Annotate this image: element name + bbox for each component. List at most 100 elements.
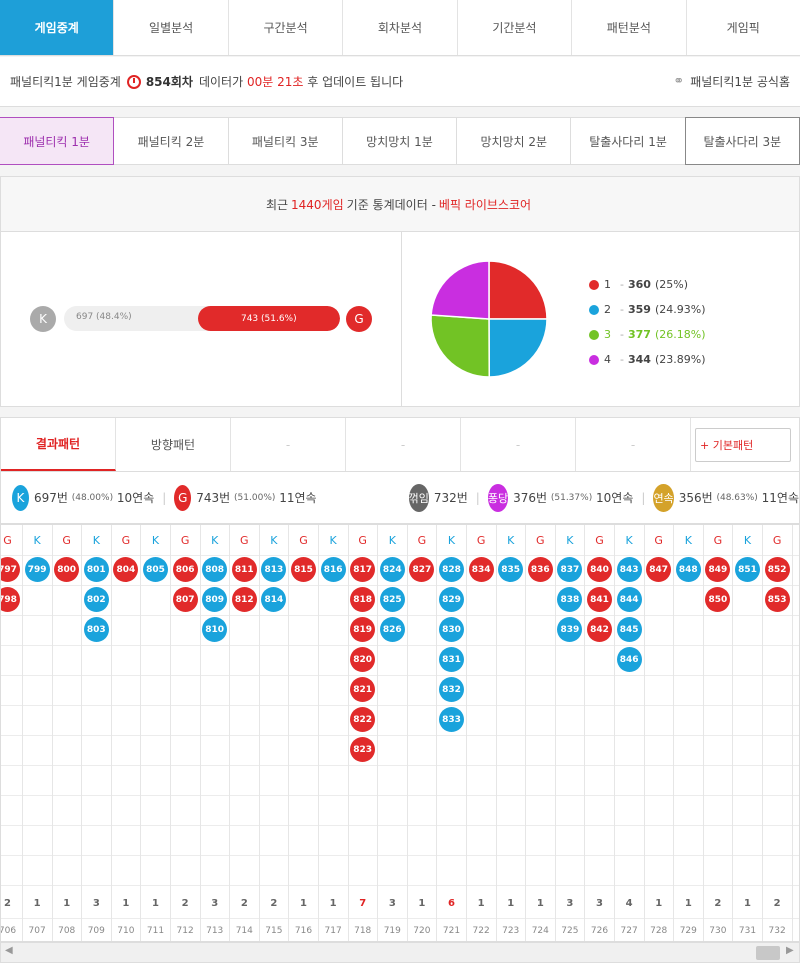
- result-ball[interactable]: 846: [616, 647, 642, 672]
- result-ball[interactable]: 839: [557, 617, 583, 642]
- result-ball[interactable]: 797: [1, 557, 20, 582]
- nav-tab-2[interactable]: 구간분석: [229, 0, 344, 55]
- result-ball[interactable]: 852: [764, 557, 790, 582]
- scroll-right-arrow-icon[interactable]: ▶: [786, 945, 794, 956]
- scroll-thumb[interactable]: [756, 946, 780, 960]
- result-ball[interactable]: 815: [291, 557, 316, 582]
- result-ball[interactable]: 804: [113, 557, 139, 582]
- result-ball[interactable]: 808: [202, 557, 228, 582]
- streak-count: 3: [388, 897, 396, 909]
- nav-tab-5[interactable]: 패턴분석: [572, 0, 687, 55]
- nav-tab-0[interactable]: 게임중계: [0, 0, 115, 55]
- result-ball[interactable]: 835: [498, 557, 524, 582]
- info-bar: 패널티킥1분 게임중계 854회차 데이터가 00분 21초 후 업데이트 됩니…: [0, 57, 800, 107]
- pattern-tab-3[interactable]: -: [346, 418, 461, 471]
- result-ball[interactable]: 832: [439, 677, 464, 702]
- result-ball[interactable]: 807: [172, 587, 198, 612]
- result-ball[interactable]: 831: [439, 647, 464, 672]
- result-ball[interactable]: 849: [705, 557, 731, 582]
- nav-tab-3[interactable]: 회차분석: [343, 0, 458, 55]
- result-ball[interactable]: 799: [24, 557, 50, 582]
- result-ball[interactable]: 822: [350, 707, 376, 732]
- result-ball[interactable]: 842: [587, 617, 612, 642]
- result-ball[interactable]: 818: [350, 587, 376, 612]
- result-ball[interactable]: 823: [350, 737, 376, 762]
- result-ball[interactable]: 830: [439, 617, 464, 642]
- result-ball[interactable]: 845: [616, 617, 642, 642]
- nav-tab-6[interactable]: 게임픽: [687, 0, 800, 55]
- game-tab-5[interactable]: 탈출사다리 1분: [570, 117, 686, 165]
- result-ball[interactable]: 853: [764, 587, 790, 612]
- nav-tab-4[interactable]: 기간분석: [458, 0, 573, 55]
- scroll-left-arrow-icon[interactable]: ◀: [5, 945, 13, 956]
- result-ball[interactable]: 813: [261, 557, 287, 582]
- result-ball[interactable]: 812: [231, 587, 257, 612]
- result-ball[interactable]: 834: [468, 557, 494, 582]
- result-ball[interactable]: 833: [439, 707, 464, 732]
- column-head-K: K: [211, 533, 219, 547]
- result-pattern-grid[interactable]: G 797 798 2 706 K 799 1 707 G 800 1 708 K 801 802 803 3 70…: [0, 524, 800, 942]
- result-ball[interactable]: 836: [527, 557, 553, 582]
- result-ball[interactable]: 801: [83, 557, 109, 582]
- result-ball[interactable]: 848: [675, 557, 701, 582]
- result-ball[interactable]: 828: [439, 557, 464, 582]
- column-head-K: K: [329, 533, 337, 547]
- game-tab-4[interactable]: 망치망치 2분: [456, 117, 572, 165]
- result-ball[interactable]: 811: [231, 557, 257, 582]
- result-ball[interactable]: 806: [172, 557, 198, 582]
- result-ball[interactable]: 825: [379, 587, 405, 612]
- result-ball[interactable]: 816: [320, 557, 346, 582]
- result-ball[interactable]: 850: [705, 587, 731, 612]
- pattern-tab-1[interactable]: 방향패턴: [116, 418, 231, 471]
- column-head-G: G: [476, 533, 486, 547]
- result-ball[interactable]: 805: [143, 557, 168, 582]
- result-ball[interactable]: 820: [350, 647, 376, 672]
- result-ball[interactable]: 829: [439, 587, 464, 612]
- basic-pattern-button[interactable]: + 기본패턴: [695, 428, 791, 462]
- pattern-tab-5[interactable]: -: [576, 418, 691, 471]
- game-tab-3[interactable]: 망치망치 1분: [341, 117, 458, 165]
- result-ball[interactable]: 800: [54, 557, 80, 582]
- result-ball[interactable]: 809: [202, 587, 228, 612]
- result-ball[interactable]: 837: [557, 557, 583, 582]
- result-ball[interactable]: 814: [261, 587, 287, 612]
- grid-column: G 827 1 720: [407, 525, 438, 941]
- game-tab-1[interactable]: 패널티킥 2분: [113, 117, 229, 165]
- result-ball[interactable]: 817: [350, 557, 376, 582]
- result-ball[interactable]: 847: [646, 557, 672, 582]
- result-pie-chart: [430, 260, 548, 378]
- result-ball[interactable]: 819: [350, 617, 376, 642]
- result-ball[interactable]: 851: [735, 557, 760, 582]
- nav-tab-1[interactable]: 일별분석: [114, 0, 229, 55]
- column-head-K: K: [92, 533, 100, 547]
- result-ball[interactable]: 824: [379, 557, 405, 582]
- pattern-tab-2[interactable]: -: [231, 418, 346, 471]
- result-ball[interactable]: 810: [202, 617, 228, 642]
- result-ball[interactable]: 827: [409, 557, 435, 582]
- summary-streak-badge: 연속: [653, 483, 674, 512]
- result-ball[interactable]: 802: [83, 587, 109, 612]
- result-ball[interactable]: 826: [379, 617, 405, 642]
- summary-streak-count: 356번: [678, 491, 713, 505]
- round-label: 717: [324, 925, 342, 936]
- pattern-tab-4[interactable]: -: [461, 418, 576, 471]
- result-ball[interactable]: 798: [1, 587, 20, 612]
- legend-item-3: 3-377 (26.18%): [589, 322, 705, 347]
- game-tab-0[interactable]: 패널티킥 1분: [0, 117, 115, 165]
- result-ball[interactable]: 840: [587, 557, 612, 582]
- round-label: 715: [265, 925, 283, 936]
- result-ball[interactable]: 838: [557, 587, 583, 612]
- result-ball[interactable]: 844: [616, 587, 642, 612]
- result-ball[interactable]: 843: [616, 557, 642, 582]
- game-tab-2[interactable]: 패널티킥 3분: [227, 117, 343, 165]
- game-tab-6[interactable]: 탈출사다리 3분: [684, 117, 800, 165]
- streak-count: 2: [773, 897, 781, 909]
- result-ball[interactable]: 821: [350, 677, 376, 702]
- result-ball[interactable]: 803: [83, 617, 109, 642]
- official-home-link[interactable]: ⚭ 패널티킥1분 공식홈: [673, 73, 790, 90]
- result-ball[interactable]: 841: [587, 587, 612, 612]
- grid-column: K 843 844 845 846 4 727: [615, 525, 645, 941]
- round-label: 732: [768, 925, 786, 936]
- pattern-tab-0[interactable]: 결과패턴: [1, 418, 116, 471]
- horizontal-scrollbar[interactable]: ◀ ▶: [0, 942, 800, 963]
